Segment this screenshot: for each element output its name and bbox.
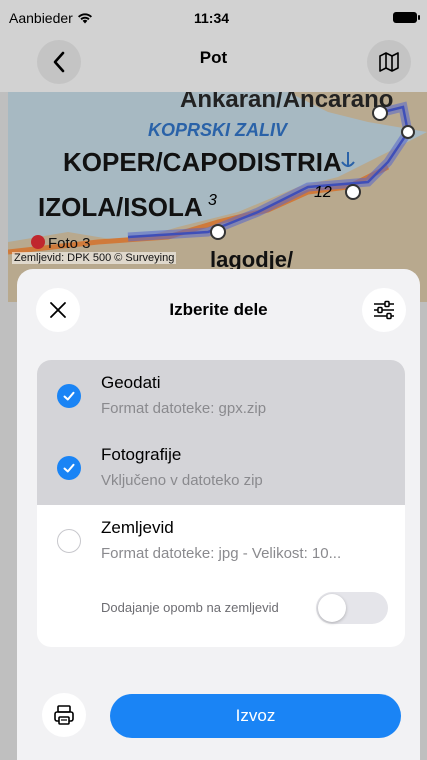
map-label-ankaran: Ankaran/Ancarano <box>180 92 394 113</box>
filter-button[interactable] <box>362 288 406 332</box>
annotation-toggle[interactable] <box>316 592 388 624</box>
map-label-bay: KOPRSKI ZALIV <box>148 120 288 140</box>
battery-icon <box>393 12 420 23</box>
nav-bar: Pot <box>0 36 427 92</box>
carrier: Aanbieder <box>9 10 93 26</box>
map-label-koper: KOPER/CAPODISTRIA <box>63 147 342 177</box>
unchecked-circle-icon[interactable] <box>57 529 81 553</box>
list-item-subtitle: Format datoteke: gpx.zip <box>101 400 267 417</box>
map-icon <box>379 52 399 72</box>
printer-icon <box>54 705 74 725</box>
parts-list: Geodati Format datoteke: gpx.zip Fotogra… <box>37 360 405 647</box>
list-item-subtitle: Format datoteke: jpg - Velikost: 10... <box>101 545 342 562</box>
list-item-geodata[interactable]: Geodati Format datoteke: gpx.zip <box>37 360 405 433</box>
status-bar: Aanbieder 11:34 <box>0 0 427 36</box>
sliders-icon <box>374 300 394 320</box>
export-button[interactable]: Izvoz <box>110 694 401 738</box>
list-item-map[interactable]: Zemljevid Format datoteke: jpg - Velikos… <box>37 505 405 578</box>
wifi-icon <box>77 13 92 24</box>
sheet-title: Izberite dele <box>169 300 268 319</box>
list-item-title: Geodati <box>101 373 161 392</box>
list-item-photos[interactable]: Fotografije Vključeno v datoteko zip <box>37 432 405 505</box>
export-sheet: Izberite dele Geodati Format datoteke: g… <box>17 269 420 760</box>
print-button[interactable] <box>42 693 86 737</box>
map-number: 12 <box>314 184 332 201</box>
list-item-subtitle: Vključeno v datoteko zip <box>101 472 263 489</box>
carrier-label: Aanbieder <box>9 10 73 26</box>
checkmark-icon[interactable] <box>57 456 81 480</box>
list-item-title: Zemljevid <box>101 518 174 537</box>
list-item-title: Fotografije <box>101 445 182 464</box>
toggle-knob <box>318 594 346 622</box>
photo-marker-label[interactable]: Foto 3 <box>48 235 91 252</box>
annotation-label: Dodajanje opomb na zemljevid <box>101 600 279 615</box>
map-label-izola: IZOLA/ISOLA <box>38 192 203 222</box>
page-title: Pot <box>199 48 228 67</box>
map-button[interactable] <box>367 40 411 84</box>
status-time: 11:34 <box>194 10 230 26</box>
checkmark-icon[interactable] <box>57 384 81 408</box>
map-attribution: Zemljevid: DPK 500 © Surveying <box>12 252 177 264</box>
map-number: 3 <box>208 192 217 209</box>
